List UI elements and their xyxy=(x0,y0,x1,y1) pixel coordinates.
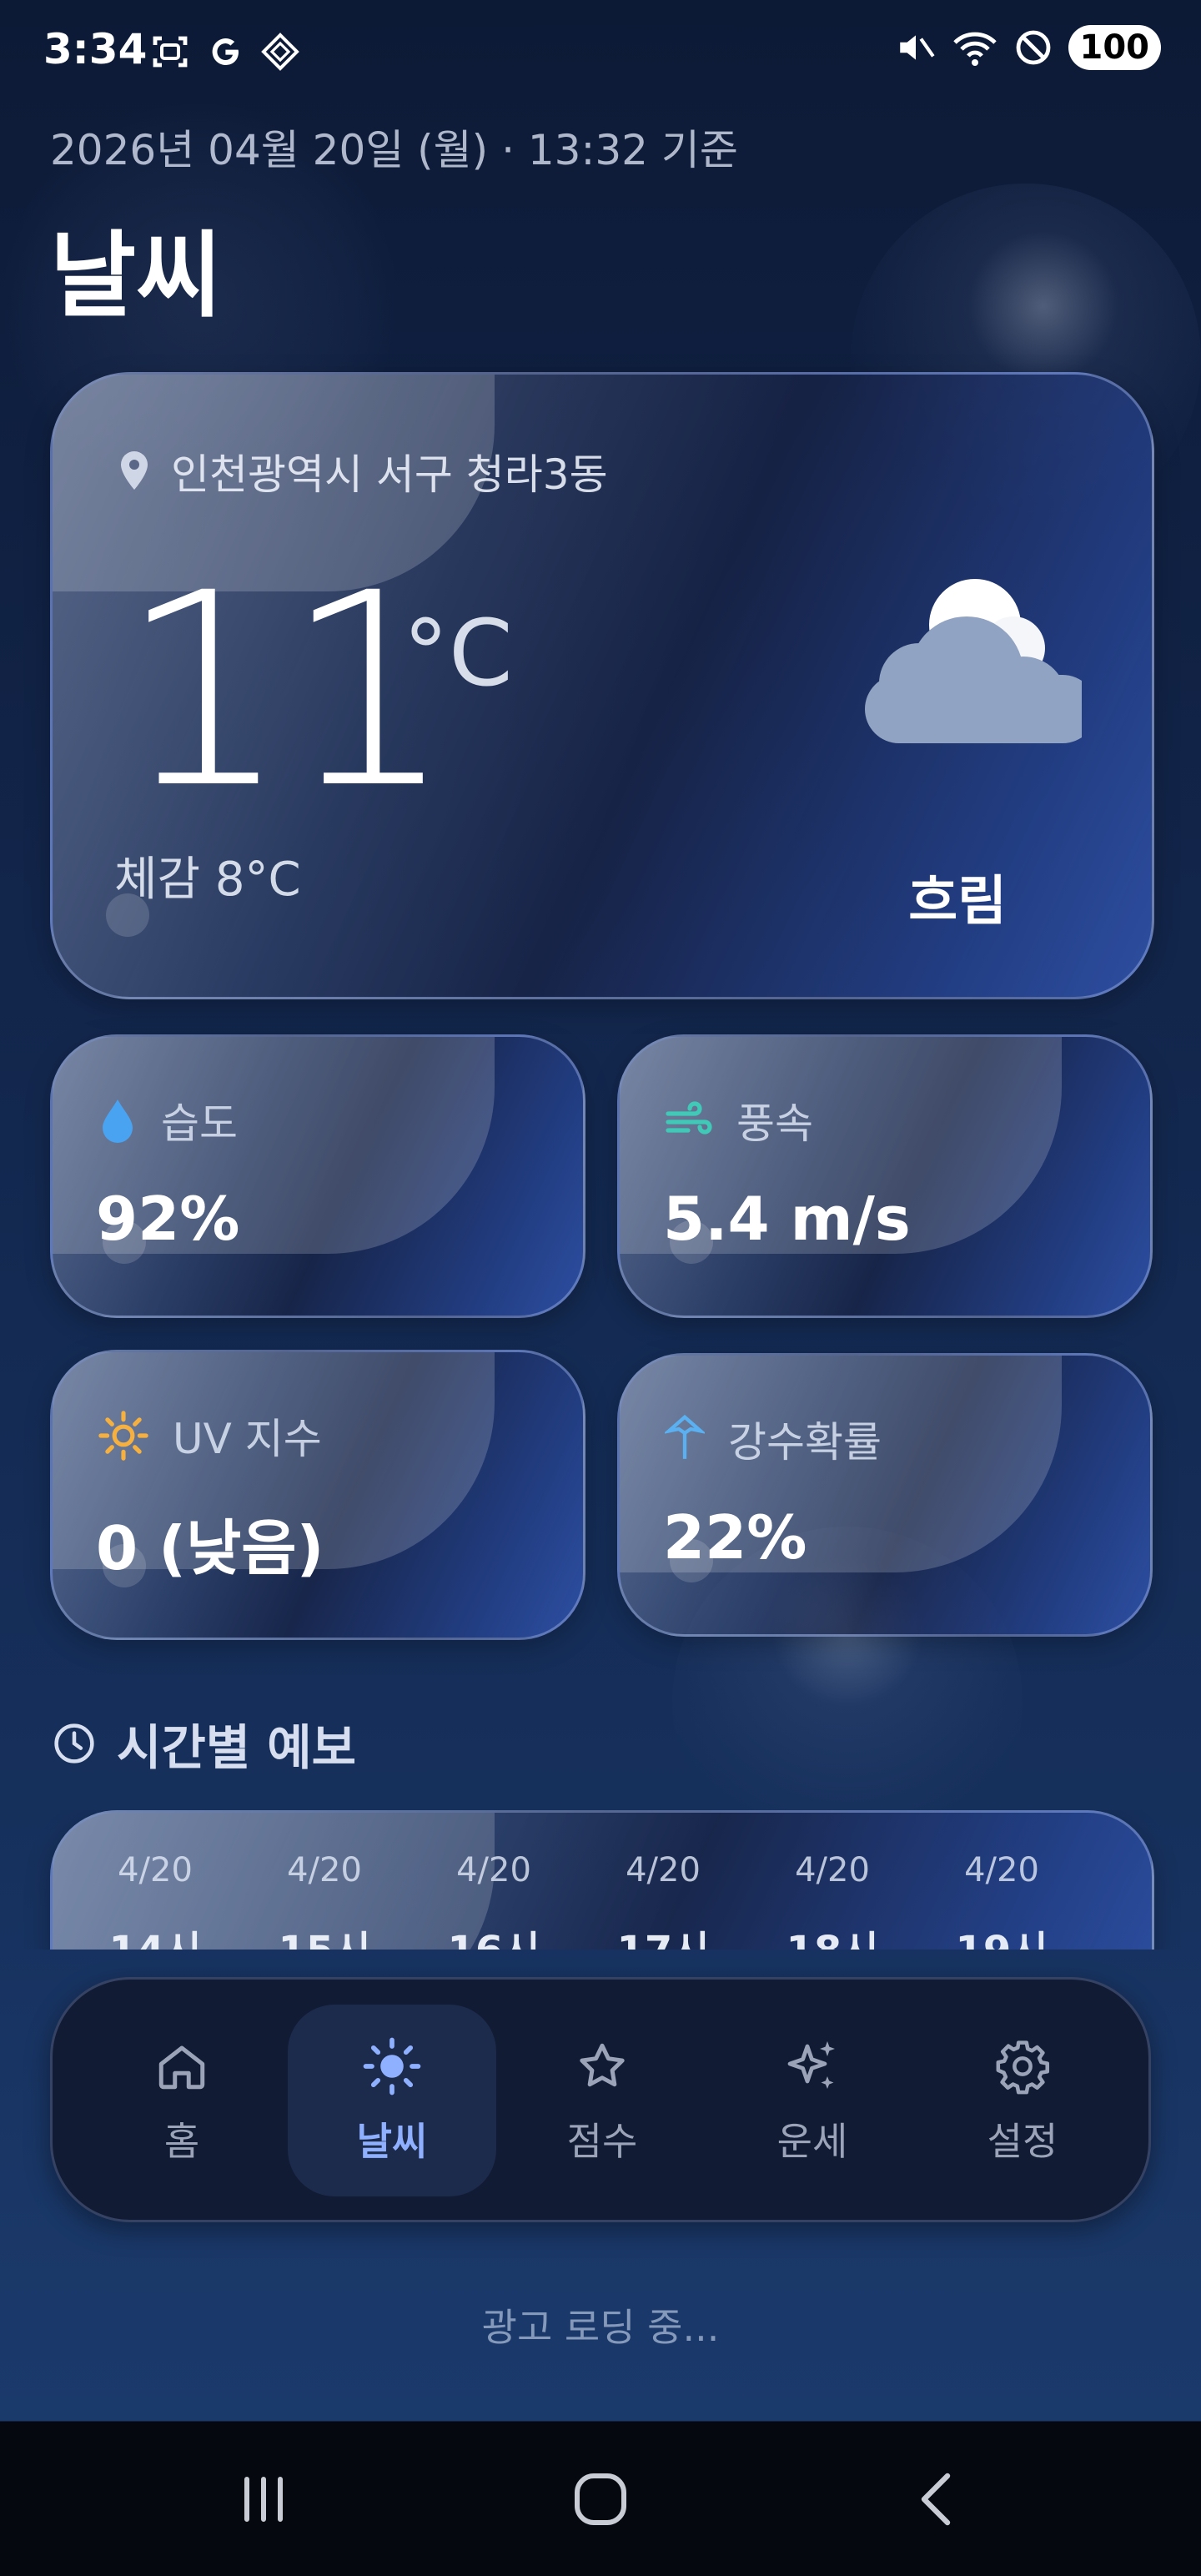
hour-date: 4/20 xyxy=(287,1851,362,1889)
hour-item[interactable]: 4/20 16시 xyxy=(431,1851,556,1950)
temperature-value: 11 xyxy=(119,536,454,847)
wind-value: 5.4 m/s xyxy=(663,1184,911,1254)
uv-header: UV 지수 xyxy=(98,1406,322,1466)
home-icon xyxy=(158,2045,205,2090)
hourly-viewport[interactable]: 4/20 14시 4/20 15시 4/20 16시 4/20 17시 4/20… xyxy=(0,1810,1201,1950)
umbrella-icon xyxy=(665,1414,705,1459)
humidity-value: 92% xyxy=(96,1184,240,1254)
water-drop-icon xyxy=(103,1099,133,1143)
location-pin-icon xyxy=(121,451,148,490)
sun-icon xyxy=(363,2037,421,2096)
hour-date: 4/20 xyxy=(795,1851,870,1889)
bottom-navigation: 홈 날씨 점수 운세 설정 xyxy=(50,1977,1151,2222)
page-title: 날씨 xyxy=(50,222,223,330)
precipitation-header: 강수확률 xyxy=(665,1409,882,1469)
weather-condition: 흐림 xyxy=(908,871,1007,933)
nav-item-home[interactable]: 홈 xyxy=(78,2005,286,2196)
hour-time: 15시 xyxy=(262,1918,387,1950)
hour-item[interactable]: 4/20 14시 xyxy=(93,1851,218,1950)
hour-time: 19시 xyxy=(939,1918,1064,1950)
status-icons-left xyxy=(150,32,300,72)
nav-label: 운세 xyxy=(776,2119,848,2164)
nav-label: 날씨 xyxy=(356,2119,428,2164)
hour-date: 4/20 xyxy=(118,1851,193,1889)
uv-card: UV 지수 0 (낮음) xyxy=(50,1350,585,1640)
date-line: 2026년 04월 20일 (월) · 13:32 기준 xyxy=(50,126,738,174)
humidity-card: 습도 92% xyxy=(50,1034,585,1318)
precipitation-card: 강수확률 22% xyxy=(617,1353,1153,1637)
nav-label: 설정 xyxy=(987,2119,1058,2164)
wind-header: 풍속 xyxy=(665,1090,813,1150)
nav-label: 홈 xyxy=(163,2119,200,2164)
hour-date: 4/20 xyxy=(964,1851,1039,1889)
hourly-title: 시간별 예보 xyxy=(117,1719,356,1776)
status-icons-right: 100 xyxy=(895,25,1161,70)
wifi-icon xyxy=(952,32,997,66)
hour-item[interactable]: 4/20 17시 xyxy=(600,1851,726,1950)
mute-icon xyxy=(899,35,935,60)
temperature-unit: °C xyxy=(403,600,513,707)
uv-value: 0 (낮음) xyxy=(96,1513,324,1583)
back-icon[interactable] xyxy=(911,2469,961,2529)
current-weather-card: 인천광역시 서구 청라3동 11 °C 체감 8°C 흐림 xyxy=(50,372,1154,999)
status-time: 3:34 xyxy=(43,25,148,73)
system-navigation-bar xyxy=(0,2426,1201,2576)
feels-like: 체감 8°C xyxy=(114,853,301,907)
no-signal-icon xyxy=(1016,30,1050,65)
precipitation-value: 22% xyxy=(663,1502,807,1572)
hour-date: 4/20 xyxy=(626,1851,701,1889)
humidity-header: 습도 xyxy=(98,1090,238,1150)
battery-indicator: 100 xyxy=(1068,25,1161,70)
hour-item[interactable]: 4/20 18시 xyxy=(770,1851,895,1950)
ad-loading-text: 광고 로딩 중... xyxy=(481,2305,720,2350)
nav-item-weather[interactable]: 날씨 xyxy=(288,2005,496,2196)
nav-item-settings[interactable]: 설정 xyxy=(918,2005,1127,2196)
diamond-app-icon xyxy=(261,33,299,71)
wind-card: 풍속 5.4 m/s xyxy=(617,1034,1153,1318)
recent-apps-icon[interactable] xyxy=(239,2469,289,2529)
status-bar: 3:34 100 xyxy=(0,0,1201,108)
hour-date: 4/20 xyxy=(456,1851,531,1889)
wind-icon xyxy=(666,1101,712,1135)
wind-label: 풍속 xyxy=(736,1099,813,1148)
nav-label: 점수 xyxy=(566,2119,638,2164)
precipitation-label: 강수확률 xyxy=(728,1418,882,1467)
hour-time: 17시 xyxy=(600,1918,726,1950)
sun-icon xyxy=(98,1411,148,1461)
sparkle-icon xyxy=(787,2041,835,2089)
star-icon xyxy=(580,2043,625,2087)
hourly-forecast-card[interactable]: 4/20 14시 4/20 15시 4/20 16시 4/20 17시 4/20… xyxy=(50,1810,1154,1950)
hour-time: 18시 xyxy=(770,1918,895,1950)
location: 인천광역시 서구 청라3동 xyxy=(118,441,608,501)
hour-item[interactable]: 4/20 15시 xyxy=(262,1851,387,1950)
hour-time: 14시 xyxy=(93,1918,218,1950)
nav-item-score[interactable]: 점수 xyxy=(498,2005,706,2196)
uv-label: UV 지수 xyxy=(173,1415,322,1463)
location-label: 인천광역시 서구 청라3동 xyxy=(171,450,608,499)
clock-icon xyxy=(54,1723,94,1763)
hour-time: 16시 xyxy=(431,1918,556,1950)
hour-item[interactable]: 4/20 19시 xyxy=(939,1851,1064,1950)
hourly-section-title: 시간별 예보 xyxy=(52,1708,356,1779)
nav-item-fortune[interactable]: 운세 xyxy=(708,2005,917,2196)
cloudy-icon xyxy=(865,579,1082,743)
google-icon xyxy=(212,38,239,65)
gear-icon xyxy=(996,2040,1050,2095)
humidity-label: 습도 xyxy=(161,1099,238,1148)
screenshot-icon xyxy=(153,36,188,68)
home-button-icon[interactable] xyxy=(570,2469,631,2529)
